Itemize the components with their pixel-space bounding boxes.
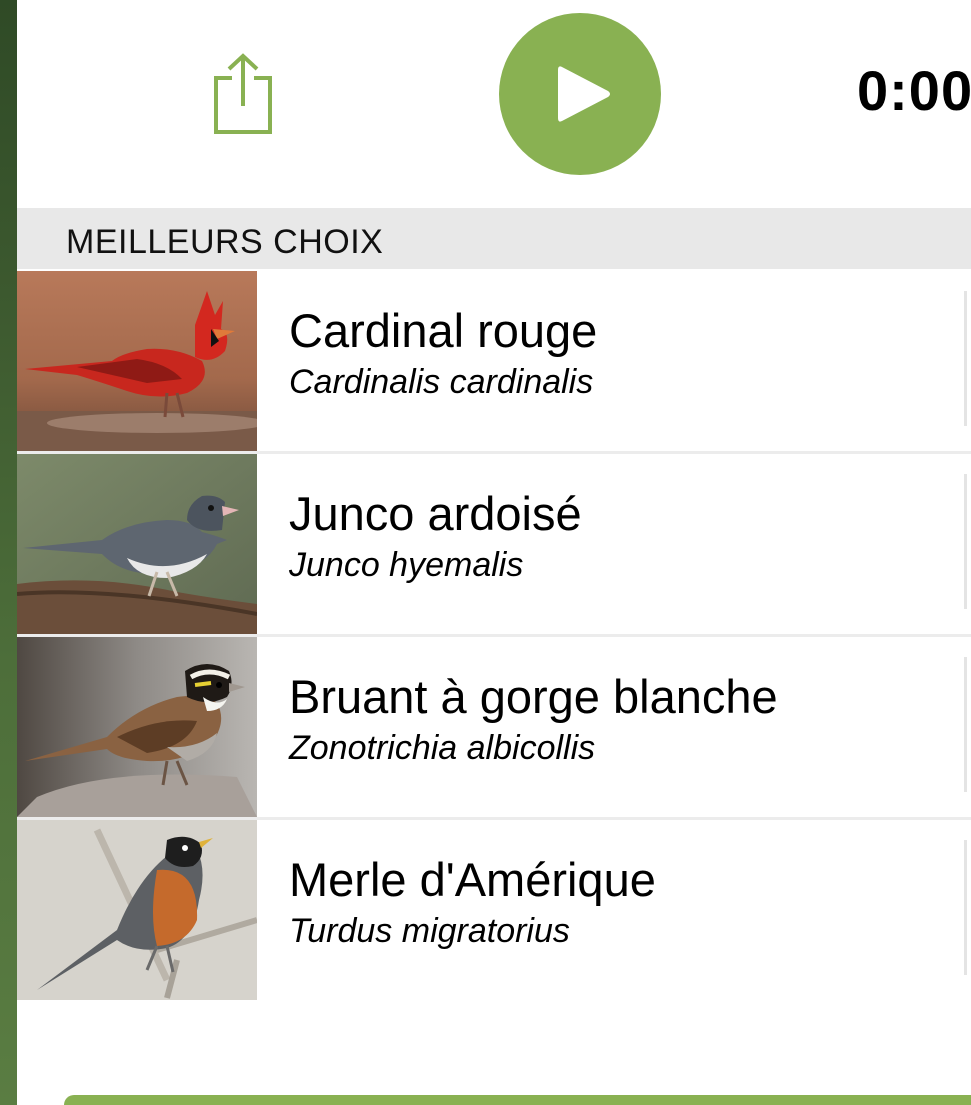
row-edge-divider bbox=[964, 291, 967, 426]
species-list: Cardinal rouge Cardinalis cardinalis Jun… bbox=[17, 271, 971, 1000]
section-header: MEILLEURS CHOIX bbox=[17, 208, 971, 269]
bottom-action-bar[interactable] bbox=[64, 1095, 971, 1105]
row-edge-divider bbox=[964, 840, 967, 975]
section-title: MEILLEURS CHOIX bbox=[66, 223, 384, 261]
species-common-name: Cardinal rouge bbox=[289, 304, 598, 357]
row-edge-divider bbox=[964, 657, 967, 792]
species-common-name: Bruant à gorge blanche bbox=[289, 670, 778, 723]
species-photo-cardinal bbox=[17, 271, 257, 451]
species-photo-junco bbox=[17, 454, 257, 634]
species-scientific-name: Junco hyemalis bbox=[289, 546, 524, 584]
species-scientific-name: Zonotrichia albicollis bbox=[289, 729, 596, 767]
species-row-junco[interactable]: Junco ardoisé Junco hyemalis bbox=[17, 454, 971, 637]
species-photo-bruant bbox=[17, 637, 257, 817]
share-button[interactable] bbox=[212, 52, 276, 136]
time-readout: 0:00 bbox=[857, 59, 971, 122]
species-scientific-name: Cardinalis cardinalis bbox=[289, 363, 594, 401]
species-photo-merle bbox=[17, 820, 257, 1000]
species-common-name: Junco ardoisé bbox=[289, 487, 582, 540]
play-button[interactable] bbox=[499, 13, 661, 175]
left-edge-strip bbox=[0, 0, 17, 1105]
share-icon bbox=[214, 53, 272, 134]
species-row-merle[interactable]: Merle d'Amérique Turdus migratorius bbox=[17, 820, 971, 1000]
species-row-bruant[interactable]: Bruant à gorge blanche Zonotrichia albic… bbox=[17, 637, 971, 820]
play-icon bbox=[558, 66, 610, 122]
app-screen: 0:00 MEILLEURS CHOIX Cardinal rouge Card… bbox=[0, 0, 971, 1105]
species-row-cardinal[interactable]: Cardinal rouge Cardinalis cardinalis bbox=[17, 271, 971, 454]
species-scientific-name: Turdus migratorius bbox=[289, 912, 570, 950]
species-common-name: Merle d'Amérique bbox=[289, 853, 656, 906]
row-edge-divider bbox=[964, 474, 967, 609]
player-toolbar: 0:00 bbox=[17, 0, 971, 208]
